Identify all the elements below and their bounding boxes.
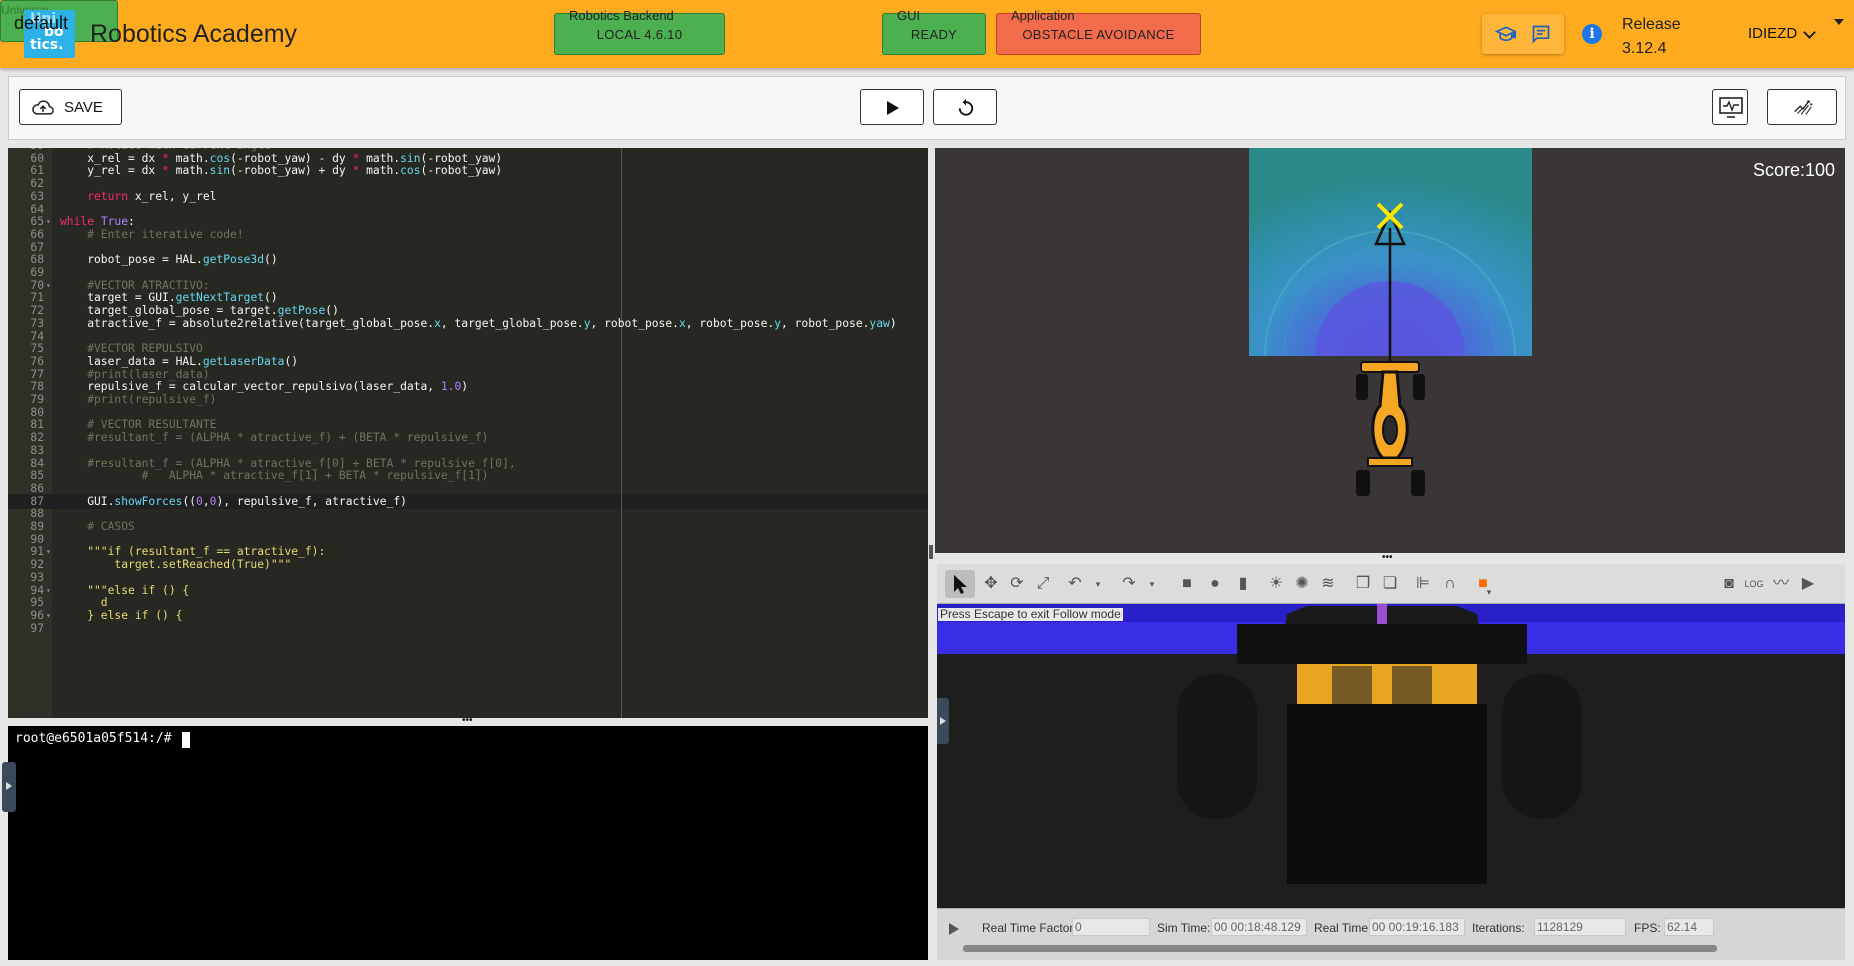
- undo-history-icon[interactable]: ▾: [1088, 574, 1108, 594]
- point-light-icon[interactable]: ☀: [1266, 574, 1286, 594]
- robotics-academy-app: Uni bo tics. Robotics Academy Robotics B…: [0, 0, 1854, 966]
- scene-render: [937, 604, 1845, 928]
- cloud-upload-icon: [32, 100, 54, 115]
- robot-car: [1356, 361, 1425, 496]
- scale-icon[interactable]: ⤢: [1033, 574, 1053, 594]
- terminal-prompt: root@e6501a05f514:/#: [15, 731, 172, 746]
- iterations-label: Iterations:: [1472, 921, 1525, 935]
- gazebo-side-panel-handle[interactable]: [937, 698, 949, 744]
- release-label: Release: [1622, 16, 1681, 33]
- monitor-button[interactable]: [1712, 89, 1748, 125]
- undo-icon[interactable]: ↶: [1065, 574, 1085, 594]
- app-title: Robotics Academy: [90, 20, 298, 48]
- gazebo-toolbar: ✥ ⟳ ⤢ ↶ ▾ ↷ ▾ ■ ● ▮ ☀ ✺ ≋ ❐ ❏ ⊫ ∩ ■ ▾ ◙ …: [937, 564, 1845, 604]
- theme-toggle-button[interactable]: [1767, 89, 1837, 125]
- cylinder-icon[interactable]: ▮: [1233, 574, 1253, 594]
- chevron-down-icon[interactable]: [1803, 26, 1816, 39]
- rotate-icon[interactable]: ⟳: [1007, 574, 1027, 594]
- robotics-backend-status[interactable]: Robotics Backend LOCAL 4.6.10: [554, 8, 725, 55]
- forum-icon[interactable]: [1530, 24, 1552, 44]
- save-button-label: SAVE: [64, 99, 103, 116]
- school-icon[interactable]: [1495, 24, 1517, 44]
- vertical-split-handle[interactable]: [929, 545, 933, 559]
- plot-icon[interactable]: 〰: [1771, 574, 1791, 594]
- line-number: 97: [30, 621, 44, 635]
- redo-history-icon[interactable]: ▾: [1142, 574, 1162, 594]
- top-app-bar: Uni bo tics. Robotics Academy Robotics B…: [0, 0, 1854, 68]
- rtf-label: Real Time Factor:: [982, 921, 1077, 935]
- backend-version: LOCAL 4.6.10: [596, 27, 683, 42]
- terminal-cursor: [182, 732, 190, 748]
- application-value: OBSTACLE AVOIDANCE: [1022, 27, 1175, 42]
- sim-time-value: 00 00:18:48.129: [1211, 918, 1307, 936]
- terminal-console[interactable]: root@e6501a05f514:/#: [8, 726, 928, 960]
- fps-value: 62.14: [1664, 918, 1714, 936]
- user-menu[interactable]: IDIEZD: [1748, 25, 1797, 42]
- dropdown-caret-icon: [1834, 19, 1844, 25]
- monitor-icon: [1719, 97, 1743, 118]
- exercise-toolbar: SAVE: [8, 76, 1846, 140]
- gazebo-scene[interactable]: Press Escape to exit Follow mode: [937, 604, 1845, 928]
- laser-field-visual: [1249, 148, 1532, 496]
- code-editor[interactable]: 59 # Rotate with current angle60 x_rel =…: [8, 148, 928, 718]
- universe-value: default: [14, 13, 69, 33]
- view-angle-dropdown-icon[interactable]: ▾: [1479, 582, 1499, 602]
- logo-text-line3: tics.: [30, 37, 64, 53]
- play-button[interactable]: [860, 89, 924, 125]
- iterations-value: 1128129: [1534, 918, 1626, 936]
- header-icon-group: [1482, 14, 1564, 54]
- video-record-icon[interactable]: ▶: [1798, 574, 1818, 594]
- gazebo-status-bar: Real Time Factor: 0 Sim Time: 00 00:18:4…: [937, 908, 1845, 960]
- spot-light-icon[interactable]: ✺: [1292, 574, 1312, 594]
- select-arrow-icon[interactable]: [945, 570, 975, 598]
- real-time-label: Real Time:: [1314, 921, 1372, 935]
- topdown-map-view: Score:100: [935, 148, 1845, 553]
- redo-icon[interactable]: ↷: [1119, 574, 1139, 594]
- save-button[interactable]: SAVE: [19, 89, 122, 125]
- code-line[interactable]: 97: [8, 621, 928, 636]
- play-small-icon: [6, 782, 12, 790]
- snap-magnet-icon[interactable]: ∩: [1440, 574, 1460, 594]
- screenshot-icon[interactable]: ◙: [1719, 574, 1739, 594]
- box-icon[interactable]: ■: [1177, 574, 1197, 594]
- play-icon: [887, 101, 899, 115]
- editor-resize-handle[interactable]: •••: [462, 715, 473, 726]
- play-small-icon: [940, 717, 946, 725]
- gui-status[interactable]: GUI READY: [882, 8, 986, 55]
- theme-icon: [1794, 100, 1813, 115]
- follow-mode-hint: Press Escape to exit Follow mode: [938, 607, 1123, 621]
- application-label: Application: [1011, 8, 1075, 23]
- paste-icon[interactable]: ❏: [1380, 574, 1400, 594]
- score-display: Score:100: [1752, 160, 1835, 180]
- sim-time-label: Sim Time:: [1157, 921, 1211, 935]
- reset-button[interactable]: [933, 89, 997, 125]
- info-icon[interactable]: i: [1582, 24, 1602, 44]
- real-time-value: 00 00:19:16.183: [1369, 918, 1465, 936]
- copy-icon[interactable]: ❐: [1353, 574, 1373, 594]
- line-code: [60, 621, 101, 636]
- terminal-side-drawer-handle[interactable]: [2, 762, 16, 812]
- fps-label: FPS:: [1634, 921, 1661, 935]
- backend-label: Robotics Backend: [569, 8, 674, 23]
- gui-value: READY: [910, 27, 958, 42]
- sphere-icon[interactable]: ●: [1205, 574, 1225, 594]
- view-resize-handle[interactable]: •••: [1382, 552, 1393, 563]
- translate-icon[interactable]: ✥: [981, 574, 1001, 594]
- align-icon[interactable]: ⊫: [1413, 574, 1433, 594]
- gazebo-3d-view[interactable]: ✥ ⟳ ⤢ ↶ ▾ ↷ ▾ ■ ● ▮ ☀ ✺ ≋ ❐ ❏ ⊫ ∩ ■ ▾ ◙ …: [937, 564, 1845, 960]
- release-info: Release 3.12.4: [1622, 13, 1681, 61]
- rtf-value: 0: [1072, 918, 1150, 936]
- horizontal-scrollbar[interactable]: [963, 945, 1717, 952]
- play-pause-icon[interactable]: [949, 923, 959, 935]
- log-icon[interactable]: LOG: [1744, 574, 1764, 594]
- reset-icon: [958, 98, 974, 116]
- directional-light-icon[interactable]: ≋: [1318, 574, 1338, 594]
- gui-label: GUI: [897, 8, 921, 23]
- release-version: 3.12.4: [1622, 40, 1667, 57]
- application-status[interactable]: Application OBSTACLE AVOIDANCE: [996, 8, 1201, 55]
